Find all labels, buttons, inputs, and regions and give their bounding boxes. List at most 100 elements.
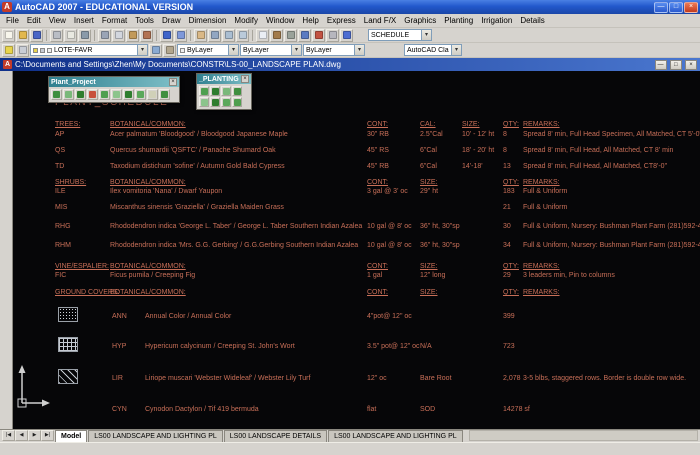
palette-planting[interactable]: _PLANTING× [196, 73, 252, 110]
make-object-layer-current-icon[interactable] [149, 44, 162, 57]
layer-states-icon[interactable] [16, 44, 29, 57]
plant-tool-icon[interactable] [232, 86, 242, 96]
plant-tool-icon[interactable] [123, 89, 134, 100]
plant-tool-icon[interactable] [87, 89, 98, 100]
palette-title-bar[interactable]: Plant_Project× [49, 77, 179, 87]
menu-draw[interactable]: Draw [158, 14, 185, 27]
palette-close-icon[interactable]: × [241, 75, 249, 83]
menu-details[interactable]: Details [516, 14, 548, 27]
plant-schedule-drawing[interactable]: PLANT_SCHEDULETREES:BOTANICAL/COMMON:CON… [55, 71, 699, 429]
lineweight-dropdown[interactable]: ByLayer ▾ [303, 44, 365, 56]
undo-icon[interactable] [160, 29, 173, 42]
plot-preview-icon[interactable] [64, 29, 77, 42]
tab-ls00-landscape-and-lighting-pl[interactable]: LS00 LANDSCAPE AND LIGHTING PL [88, 430, 223, 442]
plant-tool-icon[interactable] [111, 89, 122, 100]
plant-tool-icon[interactable] [51, 89, 62, 100]
chevron-down-icon[interactable]: ▾ [228, 45, 238, 55]
chevron-down-icon[interactable]: ▾ [451, 45, 461, 55]
workspace-dropdown[interactable]: AutoCAD Classic ▾ [404, 44, 462, 56]
pan-icon[interactable] [194, 29, 207, 42]
quickcalc-icon[interactable] [326, 29, 339, 42]
publish-icon[interactable] [78, 29, 91, 42]
menu-format[interactable]: Format [98, 14, 131, 27]
linetype-dropdown[interactable]: ByLayer ▾ [240, 44, 302, 56]
tab-last-button[interactable]: ▶| [41, 430, 54, 441]
plant-tool-icon[interactable] [221, 97, 231, 107]
help-icon[interactable] [340, 29, 353, 42]
layer-properties-manager-icon[interactable] [2, 44, 15, 57]
redo-icon[interactable] [174, 29, 187, 42]
drawing-canvas[interactable]: PLANT_SCHEDULETREES:BOTANICAL/COMMON:CON… [0, 71, 700, 429]
plant-tool-icon[interactable] [232, 97, 242, 107]
menu-express[interactable]: Express [323, 14, 360, 27]
zoom-window-icon[interactable] [222, 29, 235, 42]
chevron-down-icon[interactable]: ▾ [291, 45, 301, 55]
menu-edit[interactable]: Edit [23, 14, 45, 27]
menu-file[interactable]: File [2, 14, 23, 27]
qnew-icon[interactable] [2, 29, 15, 42]
menu-window[interactable]: Window [262, 14, 298, 27]
layer-dropdown[interactable]: LOTE-FAVR ▾ [30, 44, 148, 56]
plant-tool-icon[interactable] [159, 89, 170, 100]
plot-icon[interactable] [50, 29, 63, 42]
menu-land-f-x[interactable]: Land F/X [360, 14, 400, 27]
tab-next-button[interactable]: ▶ [28, 430, 41, 441]
chevron-down-icon[interactable]: ▾ [137, 45, 147, 55]
chevron-down-icon[interactable]: ▾ [421, 30, 431, 40]
menu-planting[interactable]: Planting [440, 14, 477, 27]
sheet-set-manager-icon[interactable] [298, 29, 311, 42]
tab-ls00-landscape-details[interactable]: LS00 LANDSCAPE DETAILS [224, 430, 327, 442]
close-button[interactable]: × [684, 2, 698, 13]
menu-insert[interactable]: Insert [70, 14, 98, 27]
schedule-dropdown[interactable]: SCHEDULE ▾ [368, 29, 432, 41]
plant-tool-icon[interactable] [210, 86, 220, 96]
zoom-previous-icon[interactable] [236, 29, 249, 42]
copy-icon[interactable] [112, 29, 125, 42]
command-line[interactable] [0, 442, 700, 455]
menu-help[interactable]: Help [298, 14, 322, 27]
tool-palettes-icon[interactable] [284, 29, 297, 42]
cut-icon[interactable] [98, 29, 111, 42]
maximize-button[interactable]: □ [669, 2, 683, 13]
cell-size: SOD [420, 406, 435, 413]
document-title-bar[interactable]: A C:\Documents and Settings\Zhen\My Docu… [0, 58, 700, 71]
doc-minimize-button[interactable]: — [655, 60, 667, 70]
doc-close-button[interactable]: × [685, 60, 697, 70]
plant-tool-icon[interactable] [147, 89, 158, 100]
doc-restore-button[interactable]: □ [670, 60, 682, 70]
menu-dimension[interactable]: Dimension [185, 14, 231, 27]
zoom-realtime-icon[interactable] [208, 29, 221, 42]
designcenter-icon[interactable] [270, 29, 283, 42]
tab-ls00-landscape-and-lighting-pl[interactable]: LS00 LANDSCAPE AND LIGHTING PL [328, 430, 463, 442]
minimize-button[interactable]: — [654, 2, 668, 13]
plant-tool-icon[interactable] [221, 86, 231, 96]
plant-tool-icon[interactable] [199, 97, 209, 107]
palette-plant-project[interactable]: Plant_Project× [48, 76, 180, 103]
menu-modify[interactable]: Modify [230, 14, 262, 27]
menu-tools[interactable]: Tools [131, 14, 158, 27]
layer-previous-icon[interactable] [163, 44, 176, 57]
menu-graphics[interactable]: Graphics [400, 14, 440, 27]
chevron-down-icon[interactable]: ▾ [354, 45, 364, 55]
palette-close-icon[interactable]: × [169, 78, 177, 86]
horizontal-scrollbar[interactable] [469, 430, 698, 441]
match-properties-icon[interactable] [140, 29, 153, 42]
open-icon[interactable] [16, 29, 29, 42]
plant-tool-icon[interactable] [99, 89, 110, 100]
markup-set-manager-icon[interactable] [312, 29, 325, 42]
tab-model[interactable]: Model [55, 430, 87, 442]
plant-tool-icon[interactable] [63, 89, 74, 100]
plant-tool-icon[interactable] [199, 86, 209, 96]
palette-title-bar[interactable]: _PLANTING× [197, 74, 251, 84]
save-icon[interactable] [30, 29, 43, 42]
tab-prev-button[interactable]: ◀ [15, 430, 28, 441]
plant-tool-icon[interactable] [135, 89, 146, 100]
paste-icon[interactable] [126, 29, 139, 42]
menu-irrigation[interactable]: Irrigation [477, 14, 516, 27]
properties-icon[interactable] [256, 29, 269, 42]
tab-first-button[interactable]: |◀ [2, 430, 15, 441]
menu-view[interactable]: View [45, 14, 70, 27]
color-dropdown[interactable]: ByLayer ▾ [177, 44, 239, 56]
plant-tool-icon[interactable] [75, 89, 86, 100]
plant-tool-icon[interactable] [210, 97, 220, 107]
